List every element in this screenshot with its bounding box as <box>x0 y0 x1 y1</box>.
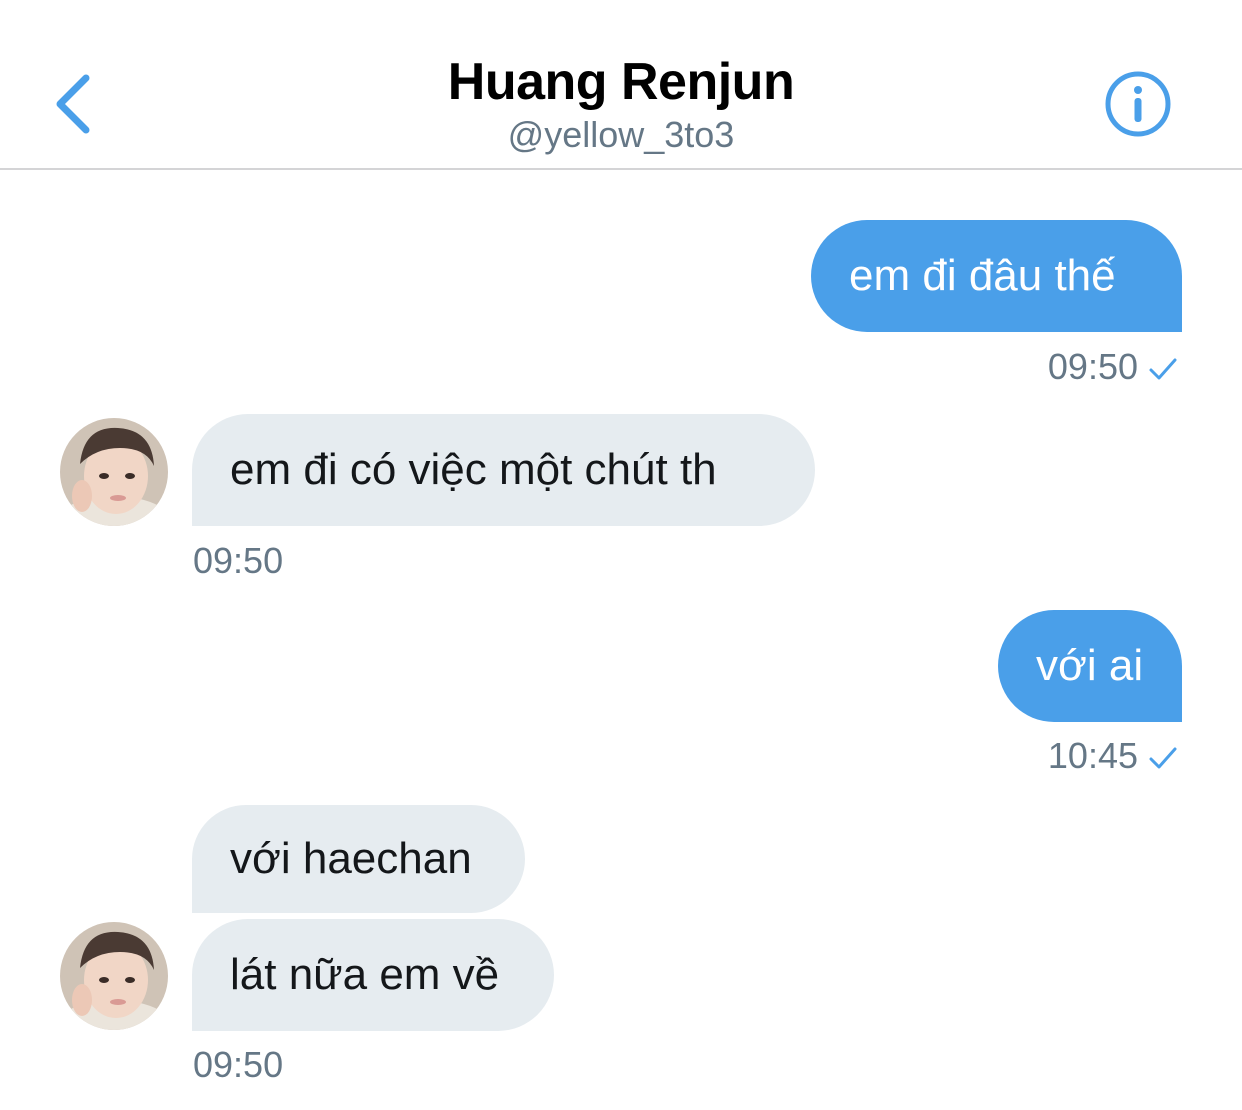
incoming-message-bubble[interactable]: với haechan <box>192 805 525 913</box>
message-time: 09:50 <box>193 540 284 581</box>
message-text: với ai <box>1036 641 1144 690</box>
outgoing-message-bubble[interactable]: em đi đâu thế <box>811 220 1182 332</box>
outgoing-message-bubble[interactable]: với ai <box>998 610 1182 722</box>
message-meta: 09:50 <box>193 540 283 582</box>
avatar-photo <box>60 418 168 526</box>
message-time: 10:45 <box>1047 735 1138 776</box>
check-icon <box>1149 358 1177 380</box>
message-text: với haechan <box>230 834 472 883</box>
incoming-message-bubble[interactable]: lát nữa em về <box>192 919 554 1031</box>
incoming-message-bubble[interactable]: em đi có việc một chút th <box>192 414 815 526</box>
message-meta: 10:45 <box>1048 735 1178 777</box>
message-text: lát nữa em về <box>230 950 500 999</box>
message-text: em đi đâu thế <box>849 251 1116 300</box>
message-text: em đi có việc một chút th <box>230 445 717 494</box>
info-circle-icon <box>1105 71 1171 137</box>
avatar[interactable] <box>60 418 168 526</box>
conversation-header: Huang Renjun @yellow_3to3 <box>0 0 1242 170</box>
check-icon <box>1149 747 1177 769</box>
contact-name[interactable]: Huang Renjun <box>0 52 1242 112</box>
avatar-photo <box>60 922 168 1030</box>
message-meta: 09:50 <box>1048 346 1178 388</box>
message-time: 09:50 <box>193 1044 284 1085</box>
info-button[interactable] <box>1104 70 1172 138</box>
message-meta: 09:50 <box>193 1044 283 1086</box>
avatar[interactable] <box>60 922 168 1030</box>
contact-handle: @yellow_3to3 <box>507 114 735 155</box>
message-time: 09:50 <box>1047 346 1138 387</box>
